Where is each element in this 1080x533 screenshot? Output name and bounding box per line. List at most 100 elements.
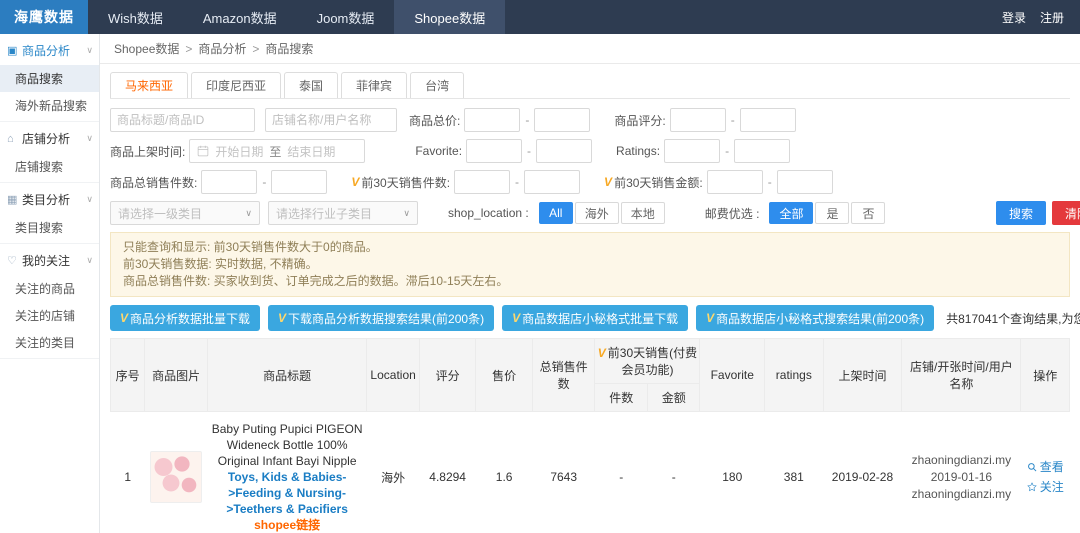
total-sold-min-input[interactable] — [201, 170, 257, 194]
heart-icon: ♡ — [7, 254, 22, 267]
chevron-down-icon: ∨ — [403, 208, 410, 219]
date-start-placeholder: 开始日期 — [215, 143, 263, 160]
cell-amount30: - — [647, 412, 700, 533]
sold30-min-input[interactable] — [454, 170, 510, 194]
product-category-link[interactable]: Toys, Kids & Babies->Feeding & Nursing->… — [211, 469, 362, 517]
sidebar-item-overseas-new-search[interactable]: 海外新品搜索 — [0, 92, 99, 119]
tab-taiwan[interactable]: 台湾 — [410, 72, 464, 98]
product-title-input[interactable] — [110, 108, 255, 132]
search-button[interactable]: 搜索 — [996, 201, 1046, 225]
range-dash: - — [525, 113, 529, 127]
nav-item-shopee[interactable]: Shopee数据 — [394, 0, 505, 34]
filter-row-4: 请选择一级类目 ∨ 请选择行业子类目 ∨ shop_location : All… — [110, 201, 1070, 225]
shop-location-all-button[interactable]: All — [539, 202, 573, 224]
sidebar-head-category-analysis[interactable]: ▦ 类目分析 ∨ — [0, 185, 99, 214]
shipping-no-button[interactable]: 否 — [851, 202, 885, 224]
category-level1-select[interactable]: 请选择一级类目 ∨ — [110, 201, 260, 225]
amount30-max-input[interactable] — [777, 170, 833, 194]
filter-row-3: 商品总销售件数: - V 前30天销售件数: - V 前30天销售金额: - — [110, 170, 1070, 194]
breadcrumb-page: 商品搜索 — [265, 40, 313, 57]
ratings-max-input[interactable] — [734, 139, 790, 163]
notice-line: 前30天销售数据: 实时数据, 不精确。 — [123, 256, 1057, 273]
header-rating: 评分 — [419, 339, 476, 412]
range-dash: - — [731, 113, 735, 127]
favorite-label: Favorite: — [415, 144, 462, 158]
dianxiaomi-results-button[interactable]: V 商品数据店小秘格式搜索结果(前200条) — [696, 305, 934, 331]
nav-item-joom[interactable]: Joom数据 — [297, 0, 395, 34]
range-dash: - — [515, 175, 519, 189]
shipping-segment: 全部 是 否 — [769, 202, 885, 224]
price-max-input[interactable] — [534, 108, 590, 132]
shop-username: zhaoningdianzi.my — [906, 486, 1017, 503]
shop-name-input[interactable] — [265, 108, 397, 132]
product-title[interactable]: Baby Puting Pupici PIGEON Wideneck Bottl… — [211, 421, 362, 469]
search-filters: 商品总价: - 商品评分: - 商品上架时间: 开始日期 至 结束日期 — [110, 99, 1070, 225]
breadcrumb-section[interactable]: 商品分析 — [198, 40, 246, 57]
register-link[interactable]: 注册 — [1040, 9, 1064, 26]
sidebar-item-followed-products[interactable]: 关注的商品 — [0, 275, 99, 302]
total-sold-max-input[interactable] — [271, 170, 327, 194]
sidebar-head-my-follow[interactable]: ♡ 我的关注 ∨ — [0, 246, 99, 275]
shop-location-local-button[interactable]: 本地 — [621, 202, 665, 224]
rating-min-input[interactable] — [670, 108, 726, 132]
breadcrumb-separator: > — [252, 42, 259, 56]
cell-shop: zhaoningdianzi.my 2019-01-16 zhaoningdia… — [902, 412, 1021, 533]
category-level2-select[interactable]: 请选择行业子类目 ∨ — [268, 201, 418, 225]
header-price: 售价 — [476, 339, 533, 412]
shop-name[interactable]: zhaoningdianzi.my — [906, 452, 1017, 469]
vip-icon: V — [598, 346, 606, 360]
vip-icon: V — [512, 311, 520, 325]
nav-item-wish[interactable]: Wish数据 — [88, 0, 183, 34]
sold30-label: 前30天销售件数: — [361, 174, 450, 191]
sold30-max-input[interactable] — [524, 170, 580, 194]
cell-seq: 1 — [111, 412, 145, 533]
sidebar-section-my-follow: ♡ 我的关注 ∨ 关注的商品 关注的店铺 关注的类目 — [0, 244, 99, 359]
listed-date-label: 商品上架时间: — [110, 143, 185, 160]
main-area: Shopee数据 > 商品分析 > 商品搜索 马来西亚 印度尼西亚 泰国 菲律宾… — [100, 34, 1080, 533]
tab-thailand[interactable]: 泰国 — [284, 72, 338, 98]
nav-item-amazon[interactable]: Amazon数据 — [183, 0, 297, 34]
sidebar-item-shop-search[interactable]: 店铺搜索 — [0, 153, 99, 180]
price-min-input[interactable] — [464, 108, 520, 132]
filter-row-2: 商品上架时间: 开始日期 至 结束日期 Favorite: - Ratings:… — [110, 139, 1070, 163]
breadcrumb-root[interactable]: Shopee数据 — [114, 40, 179, 57]
product-image[interactable] — [150, 451, 202, 503]
tab-malaysia[interactable]: 马来西亚 — [110, 72, 188, 98]
clear-button[interactable]: 清除 — [1052, 201, 1080, 225]
sidebar-head-label: 类目分析 — [22, 191, 70, 208]
follow-link[interactable]: 关注 — [1025, 477, 1066, 497]
sidebar-item-followed-shops[interactable]: 关注的店铺 — [0, 302, 99, 329]
listed-date-range-picker[interactable]: 开始日期 至 结束日期 — [189, 139, 365, 163]
view-link[interactable]: 查看 — [1025, 457, 1066, 477]
result-count-text: 共817041个查询结果,为您显示前5000个。 — [946, 310, 1080, 327]
bulk-download-label: 商品分析数据批量下载 — [130, 310, 250, 327]
range-dash: - — [725, 144, 729, 158]
tab-indonesia[interactable]: 印度尼西亚 — [191, 72, 281, 98]
amount30-min-input[interactable] — [707, 170, 763, 194]
sidebar-item-category-search[interactable]: 类目搜索 — [0, 214, 99, 241]
shopee-link[interactable]: shopee链接 — [211, 517, 362, 533]
sidebar-item-product-search[interactable]: 商品搜索 — [0, 65, 99, 92]
category-analysis-icon: ▦ — [7, 193, 22, 206]
sidebar-item-followed-categories[interactable]: 关注的类目 — [0, 329, 99, 356]
range-dash: - — [262, 175, 266, 189]
breadcrumb-separator: > — [185, 42, 192, 56]
dianxiaomi-bulk-download-button[interactable]: V 商品数据店小秘格式批量下载 — [502, 305, 688, 331]
rating-max-input[interactable] — [740, 108, 796, 132]
ratings-min-input[interactable] — [664, 139, 720, 163]
favorite-max-input[interactable] — [536, 139, 592, 163]
header-shop: 店铺/开张时间/用户名称 — [902, 339, 1021, 412]
sidebar-head-product-analysis[interactable]: ▣ 商品分析 ∨ — [0, 36, 99, 65]
favorite-min-input[interactable] — [466, 139, 522, 163]
bulk-download-button[interactable]: V 商品分析数据批量下载 — [110, 305, 260, 331]
header-sales30-count: 件数 — [595, 384, 647, 412]
header-favorite: Favorite — [700, 339, 765, 412]
shipping-all-button[interactable]: 全部 — [769, 202, 813, 224]
shop-location-overseas-button[interactable]: 海外 — [575, 202, 619, 224]
shipping-yes-button[interactable]: 是 — [815, 202, 849, 224]
sidebar-head-shop-analysis[interactable]: ⌂ 店铺分析 ∨ — [0, 124, 99, 153]
download-results-button[interactable]: V 下载商品分析数据搜索结果(前200条) — [268, 305, 494, 331]
tab-philippines[interactable]: 菲律宾 — [341, 72, 407, 98]
login-link[interactable]: 登录 — [1002, 9, 1026, 26]
primary-nav: Wish数据 Amazon数据 Joom数据 Shopee数据 — [88, 0, 505, 34]
